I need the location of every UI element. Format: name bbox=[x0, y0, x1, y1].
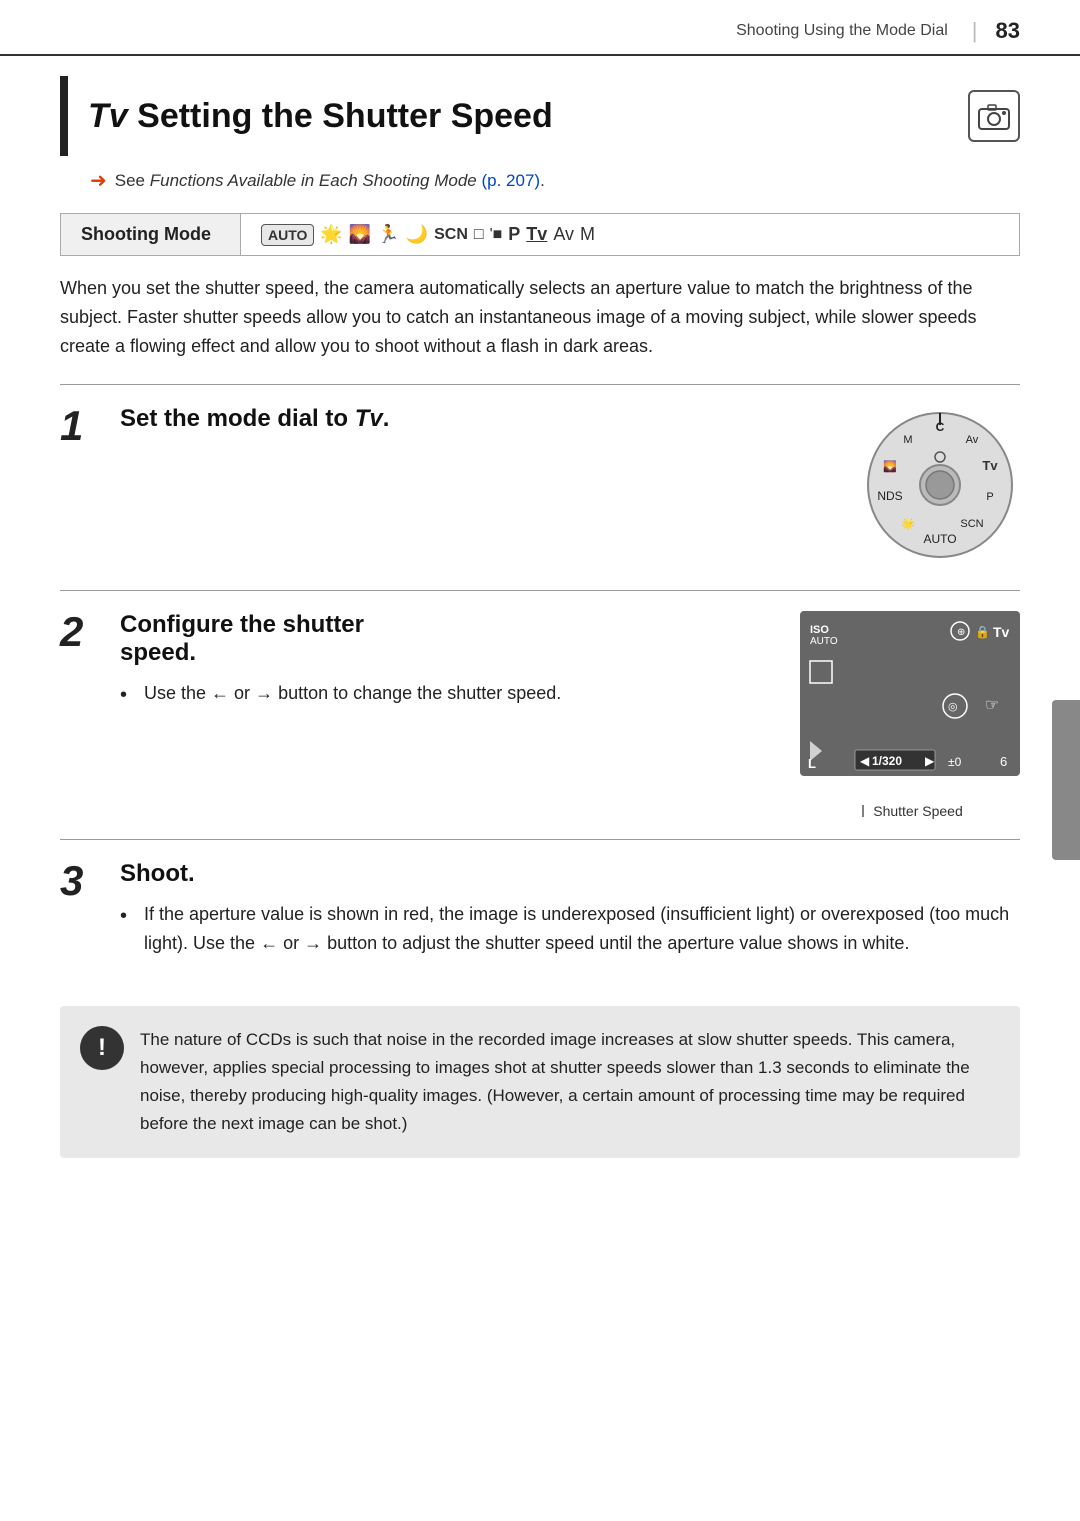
step-3-title: Shoot. bbox=[120, 860, 1020, 888]
shooting-mode-icons: AUTO 🌟 🌄 🏃 🌙 SCN □ '■ P Tv Av M bbox=[241, 216, 615, 254]
step-2-image: ISO AUTO ⊕ 🔒 Tv bbox=[800, 611, 1020, 819]
lcd-container: ISO AUTO ⊕ 🔒 Tv bbox=[800, 611, 1020, 819]
mode-movie-icon: '■ bbox=[490, 226, 503, 244]
arrow-left-symbol: ← bbox=[211, 683, 229, 703]
step-3-bullet-1: If the aperture value is shown in red, t… bbox=[120, 900, 1020, 958]
camera-icon bbox=[968, 90, 1020, 142]
see-reference: ➜ See Functions Available in Each Shooti… bbox=[60, 156, 1020, 205]
step-3: 3 Shoot. If the aperture value is shown … bbox=[60, 839, 1020, 986]
svg-text:1/320: 1/320 bbox=[872, 754, 902, 768]
step-2-number: 2 bbox=[60, 611, 120, 819]
title-prefix: Tv bbox=[88, 97, 128, 135]
m-mode-label: M bbox=[580, 224, 595, 245]
tv-mode-label: Tv bbox=[526, 224, 547, 245]
svg-text:±0: ±0 bbox=[948, 755, 962, 769]
step-1-title: Set the mode dial to Tv. bbox=[120, 405, 840, 433]
mode-landscape-icon: 🌄 bbox=[349, 224, 371, 245]
see-ref-text: See Functions Available in Each Shooting… bbox=[115, 171, 545, 191]
sidebar-tab bbox=[1052, 700, 1080, 860]
mode-action-icon: 🏃 bbox=[377, 224, 399, 245]
mode-night-icon: 🌙 bbox=[406, 224, 428, 245]
scn-mode-label: SCN bbox=[434, 226, 468, 244]
svg-text:🔒: 🔒 bbox=[975, 625, 990, 639]
arrow-right-symbol: → bbox=[255, 683, 273, 703]
step3-arrow-right: → bbox=[304, 933, 322, 953]
svg-text:🌟: 🌟 bbox=[901, 517, 915, 530]
svg-text:NDS: NDS bbox=[877, 489, 902, 503]
step-3-content: Shoot. If the aperture value is shown in… bbox=[120, 860, 1020, 966]
title-main: Setting the Shutter Speed bbox=[137, 97, 553, 135]
step-1-content: Set the mode dial to Tv. C Av bbox=[120, 405, 1020, 570]
step-2-title: Configure the shutterspeed. bbox=[120, 611, 780, 667]
svg-text:ISO: ISO bbox=[810, 624, 829, 636]
camera-lcd-svg: ISO AUTO ⊕ 🔒 Tv bbox=[800, 611, 1020, 796]
step-2-bullet-1: Use the ← or → button to change the shut… bbox=[120, 679, 780, 708]
shooting-mode-label: Shooting Mode bbox=[61, 214, 241, 255]
step-3-bullets: If the aperture value is shown in red, t… bbox=[120, 900, 1020, 958]
ref-link: (p. 207) bbox=[481, 171, 540, 190]
svg-text:P: P bbox=[986, 491, 993, 503]
svg-text:AUTO: AUTO bbox=[923, 532, 956, 546]
svg-text:🌄: 🌄 bbox=[883, 460, 897, 473]
mode-dial-svg: C Av Tv P SCN AUTO 🌟 NDS 🌄 M bbox=[860, 405, 1020, 565]
svg-text:Tv: Tv bbox=[982, 458, 998, 473]
shutter-speed-label: Shutter Speed bbox=[800, 803, 1020, 819]
mode-portrait-icon: 🌟 bbox=[320, 224, 342, 245]
main-content: Tv Setting the Shutter Speed ➜ See Funct… bbox=[0, 76, 1080, 1198]
step-2-body: Configure the shutterspeed. Use the ← or… bbox=[120, 611, 1020, 819]
mode-stitch-icon: □ bbox=[474, 226, 484, 244]
step3-arrow-left: ← bbox=[260, 933, 278, 953]
note-text: The nature of CCDs is such that noise in… bbox=[140, 1026, 1000, 1138]
step-1-number: 1 bbox=[60, 405, 120, 570]
svg-text:☞: ☞ bbox=[985, 697, 999, 714]
step-1-text: Set the mode dial to Tv. bbox=[120, 405, 840, 445]
svg-text:◎: ◎ bbox=[948, 701, 958, 713]
p-mode-label: P bbox=[508, 224, 520, 245]
step-2: 2 Configure the shutterspeed. Use the ← … bbox=[60, 590, 1020, 839]
av-mode-label: Av bbox=[553, 224, 574, 245]
page-title: Tv Setting the Shutter Speed bbox=[88, 97, 553, 136]
step-3-number: 3 bbox=[60, 860, 120, 966]
intro-paragraph: When you set the shutter speed, the came… bbox=[60, 274, 1020, 360]
svg-text:SCN: SCN bbox=[960, 518, 983, 530]
step-2-content: Configure the shutterspeed. Use the ← or… bbox=[120, 611, 1020, 819]
step-1-body: Set the mode dial to Tv. C Av bbox=[120, 405, 1020, 570]
svg-text:◀: ◀ bbox=[860, 754, 870, 768]
auto-mode-icon: AUTO bbox=[261, 224, 314, 246]
page-number: 83 bbox=[996, 18, 1020, 44]
svg-text:M: M bbox=[903, 434, 912, 446]
svg-text:Tv: Tv bbox=[993, 624, 1010, 640]
shooting-mode-bar: Shooting Mode AUTO 🌟 🌄 🏃 🌙 SCN □ '■ P Tv… bbox=[60, 213, 1020, 256]
svg-text:⊕: ⊕ bbox=[957, 627, 965, 638]
step-2-bullets: Use the ← or → button to change the shut… bbox=[120, 679, 780, 708]
ref-italic-text: Functions Available in Each Shooting Mod… bbox=[150, 171, 477, 190]
svg-text:6: 6 bbox=[1000, 754, 1007, 769]
chapter-title: Shooting Using the Mode Dial bbox=[736, 22, 948, 40]
note-box: ! The nature of CCDs is such that noise … bbox=[60, 1006, 1020, 1158]
svg-text:L: L bbox=[808, 756, 816, 771]
top-bar: Shooting Using the Mode Dial | 83 bbox=[0, 0, 1080, 56]
note-icon: ! bbox=[80, 1026, 124, 1070]
step-1: 1 Set the mode dial to Tv. bbox=[60, 384, 1020, 590]
title-section: Tv Setting the Shutter Speed bbox=[60, 76, 1020, 156]
step-2-text: Configure the shutterspeed. Use the ← or… bbox=[120, 611, 780, 716]
svg-text:▶: ▶ bbox=[925, 754, 935, 768]
step-1-image: C Av Tv P SCN AUTO 🌟 NDS 🌄 M bbox=[860, 405, 1020, 570]
svg-text:AUTO: AUTO bbox=[810, 636, 838, 647]
arrow-right-icon: ➜ bbox=[90, 168, 107, 193]
svg-text:Av: Av bbox=[966, 434, 979, 446]
